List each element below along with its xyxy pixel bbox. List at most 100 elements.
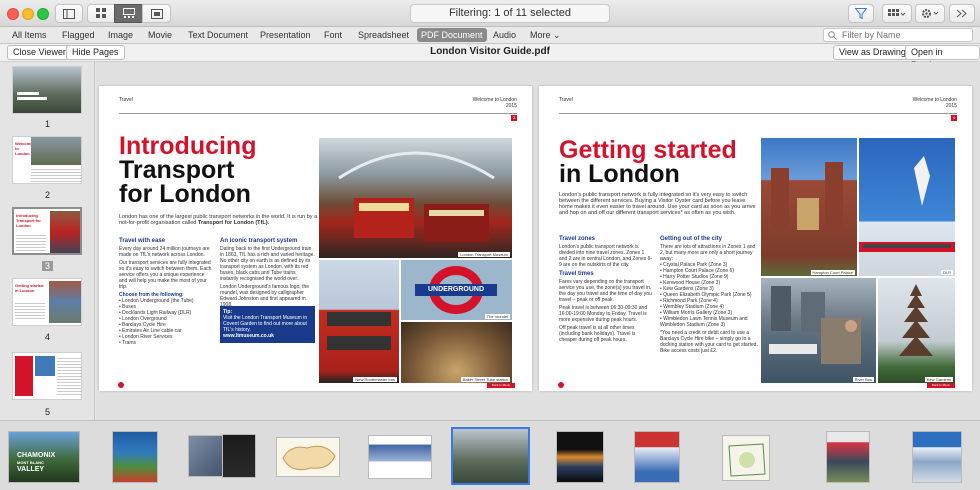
filter-all-items[interactable]: All Items bbox=[8, 28, 51, 42]
col2-body: Dating back to the first Underground tra… bbox=[220, 246, 315, 308]
list-item-label: Trams bbox=[122, 340, 137, 346]
underground-sign: UNDERGROUND bbox=[415, 284, 497, 296]
out-body: There are lots of attractions in Zones 1… bbox=[660, 244, 758, 354]
page-thumb-1-cityscape bbox=[17, 89, 47, 101]
hide-pages-button[interactable]: Hide Pages bbox=[66, 45, 125, 60]
intro-bold: Transport for London (TfL). bbox=[197, 220, 270, 226]
search-input[interactable] bbox=[823, 28, 973, 42]
filter-button[interactable] bbox=[848, 4, 874, 23]
photo-baker-street: Baker Street Tube station bbox=[401, 322, 512, 383]
back-to-menu-button[interactable]: Back to Menu bbox=[487, 383, 515, 388]
attraction-list: • Crystal Palace Park (Zone 3) • Hampton… bbox=[660, 262, 758, 328]
filter-pdf-document[interactable]: PDF Document bbox=[417, 28, 487, 42]
zones-heading: Travel zones bbox=[559, 236, 596, 242]
header-right: Welcome to London 2015 bbox=[473, 97, 517, 109]
back-to-menu-button[interactable]: Back to Menu bbox=[927, 383, 955, 388]
close-window-button[interactable] bbox=[7, 8, 19, 20]
page-number-badge: 3 bbox=[511, 115, 517, 121]
heading-line-2: for London bbox=[119, 180, 251, 208]
window-toolbar: Filtering: 1 of 11 selected bbox=[0, 0, 980, 27]
file-thumb-12[interactable] bbox=[912, 431, 962, 483]
page-thumb-5[interactable] bbox=[12, 352, 82, 400]
filter-font[interactable]: Font bbox=[320, 28, 346, 42]
file-browser-strip: CHAMONIX MONT BLANC VALLEY bbox=[0, 420, 980, 490]
file-thumb-1[interactable]: CHAMONIX MONT BLANC VALLEY bbox=[8, 431, 80, 483]
sidebar-toggle-button[interactable] bbox=[55, 4, 83, 23]
caption-river-bus: River Bus bbox=[852, 377, 874, 382]
view-options-icon bbox=[888, 8, 906, 16]
page-thumb-4[interactable]: Getting started in London bbox=[12, 278, 82, 326]
more-chevron-icon bbox=[956, 9, 967, 18]
filter-bar: All Items Flagged Image Movie Text Docum… bbox=[0, 27, 980, 44]
page-thumb-3[interactable]: Introducing Transport for London bbox=[12, 207, 82, 255]
list-item-label: Wimbledon Lawn Tennis Museum and Wimbled… bbox=[660, 316, 748, 328]
page-thumb-4-title: Getting started in London bbox=[15, 283, 44, 293]
back-arrow-icon[interactable] bbox=[558, 382, 564, 388]
filter-status: Filtering: 1 of 11 selected bbox=[410, 4, 610, 23]
page-number-1: 1 bbox=[44, 119, 50, 129]
file-thumb-11[interactable] bbox=[826, 431, 870, 483]
chevron-down-icon: ⌄ bbox=[553, 30, 561, 40]
page-thumb-1[interactable] bbox=[12, 66, 82, 114]
caption-hampton-court: Hampton Court Palace bbox=[810, 270, 855, 275]
section-label: Travel bbox=[119, 97, 133, 103]
share-button[interactable] bbox=[949, 4, 975, 23]
filter-audio[interactable]: Audio bbox=[489, 28, 520, 42]
filter-text-document[interactable]: Text Document bbox=[184, 28, 252, 42]
header-year: 2015 bbox=[945, 103, 957, 109]
fullscreen-view-button[interactable] bbox=[142, 4, 171, 23]
page-number-badge: 4 bbox=[951, 115, 957, 121]
filter-spreadsheet[interactable]: Spreadsheet bbox=[354, 28, 413, 42]
caption-dlr: DLR bbox=[940, 270, 953, 275]
filter-flagged[interactable]: Flagged bbox=[58, 28, 99, 42]
back-arrow-icon[interactable] bbox=[118, 382, 124, 388]
page-number-3: 3 bbox=[0, 261, 95, 271]
page-sidebar: 1 Welcome to London 2 Introducing Transp… bbox=[0, 62, 95, 420]
file-thumb-10[interactable] bbox=[722, 435, 770, 481]
mont-blanc-label: MONT BLANC bbox=[17, 460, 44, 465]
zones-body: London's public transport network is div… bbox=[559, 244, 653, 268]
intro-paragraph: London has one of the largest public tra… bbox=[119, 214, 319, 226]
col2-heading: An iconic transport system bbox=[220, 238, 298, 244]
file-thumb-5[interactable] bbox=[276, 437, 340, 477]
filter-movie[interactable]: Movie bbox=[144, 28, 176, 42]
photo-dlr: DLR bbox=[859, 138, 955, 276]
caption-kew: Kew Gardens bbox=[924, 377, 953, 382]
intro-paragraph: London's public transport network is ful… bbox=[559, 192, 756, 216]
minimize-window-button[interactable] bbox=[22, 8, 34, 20]
search-field[interactable] bbox=[823, 28, 973, 42]
filter-more-label: More bbox=[530, 30, 551, 40]
tip-url: www.ltmuseum.co.uk bbox=[223, 333, 274, 339]
file-thumb-london-guide[interactable] bbox=[451, 427, 530, 485]
photo-routemaster-bus: New Routemaster bus bbox=[319, 260, 399, 383]
times-paragraph-3: Off peak travel is at all other times (i… bbox=[559, 325, 636, 343]
view-as-drawing-button[interactable]: View as Drawing bbox=[833, 45, 912, 60]
filter-presentation[interactable]: Presentation bbox=[256, 28, 315, 42]
viewer-icon bbox=[122, 8, 135, 18]
action-menu-button[interactable] bbox=[915, 4, 945, 23]
filter-image[interactable]: Image bbox=[104, 28, 137, 42]
caption-baker-street: Baker Street Tube station bbox=[460, 377, 510, 382]
open-in-preview-button[interactable]: Open in Preview bbox=[905, 45, 980, 70]
document-viewer[interactable]: Travel Welcome to London 2015 3 Introduci… bbox=[96, 62, 980, 420]
filter-funnel-icon bbox=[855, 8, 867, 19]
zoom-window-button[interactable] bbox=[37, 8, 49, 20]
file-thumb-9[interactable] bbox=[634, 431, 680, 483]
filter-more-menu[interactable]: More ⌄ bbox=[526, 28, 565, 42]
view-options-button[interactable] bbox=[882, 4, 912, 23]
viewer-mode-button[interactable] bbox=[114, 4, 143, 23]
file-thumb-4[interactable] bbox=[222, 434, 256, 478]
caption-bus: New Routemaster bus bbox=[353, 377, 397, 382]
grid-icon bbox=[95, 8, 106, 18]
file-thumb-8[interactable] bbox=[556, 431, 604, 483]
file-thumb-6[interactable] bbox=[368, 435, 432, 479]
page-thumb-2[interactable]: Welcome to London bbox=[12, 136, 82, 184]
close-viewer-button[interactable]: Close Viewer bbox=[7, 45, 72, 60]
caption-museum: London Transport Museum bbox=[458, 252, 510, 257]
heading-line-1: Transport bbox=[119, 156, 235, 184]
page-number-4: 4 bbox=[44, 332, 50, 342]
heading-red: Introducing bbox=[119, 132, 257, 160]
list-item: • Wimbledon Lawn Tennis Museum and Wimbl… bbox=[660, 316, 748, 328]
file-thumb-2[interactable] bbox=[112, 431, 158, 483]
grid-view-button[interactable] bbox=[87, 4, 115, 23]
